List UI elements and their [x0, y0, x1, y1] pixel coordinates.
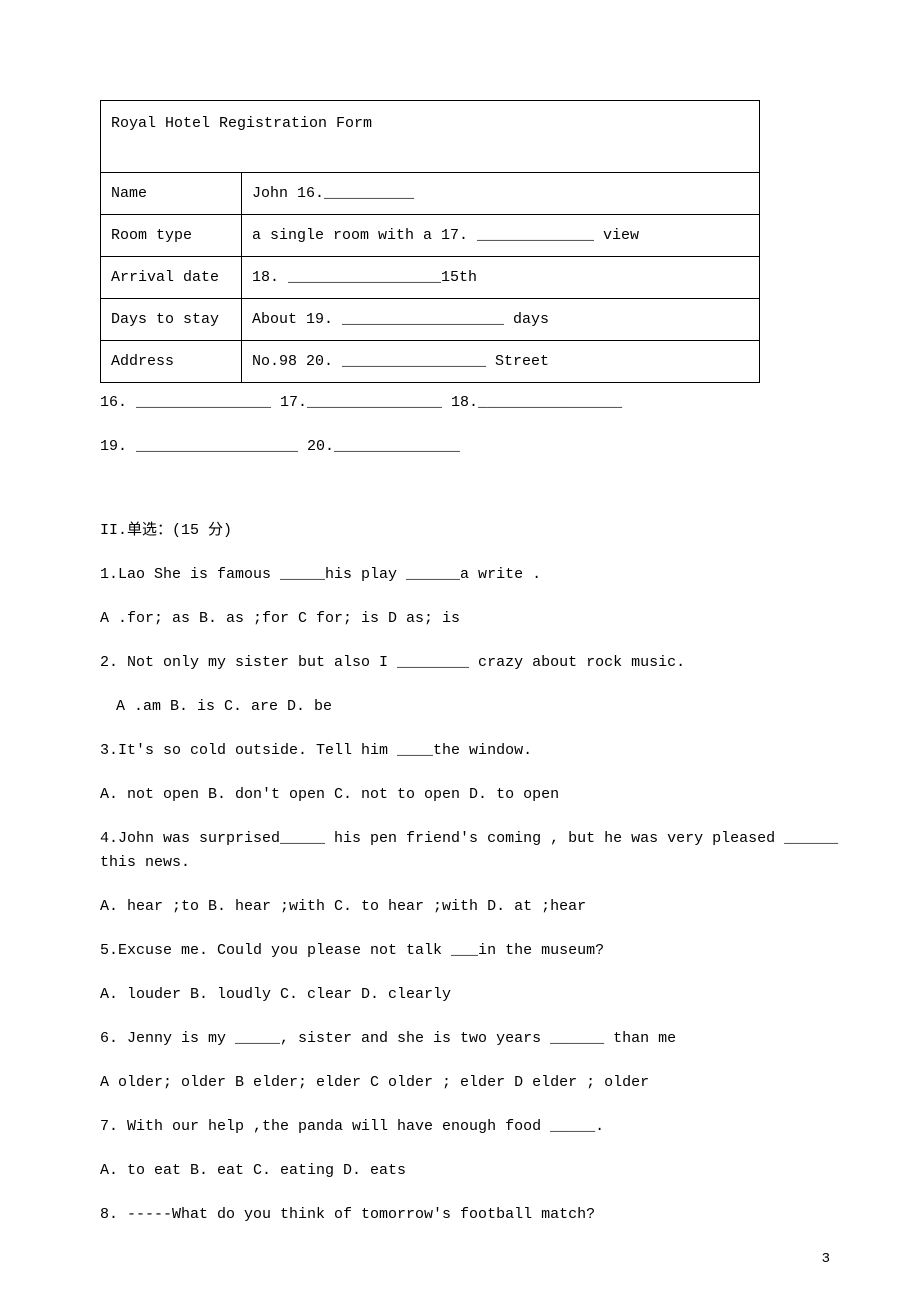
question-4-options: A. hear ;to B. hear ;with C. to hear ;wi… — [100, 895, 840, 919]
section-2-title: II.单选：(15 分) — [100, 519, 840, 543]
form-title-cell: Royal Hotel Registration Form — [101, 101, 760, 173]
question-6-options: A older; older B elder; elder C older ; … — [100, 1071, 840, 1095]
row-label-days: Days to stay — [101, 299, 242, 341]
section-spacer — [100, 479, 840, 519]
question-1: 1.Lao She is famous _____his play ______… — [100, 563, 840, 587]
row-value-roomtype: a single room with a 17. _____________ v… — [242, 215, 760, 257]
row-label-name: Name — [101, 173, 242, 215]
table-row: Arrival date 18. _________________15th — [101, 257, 760, 299]
question-2-options: A .am B. is C. are D. be — [100, 695, 840, 719]
question-6: 6. Jenny is my _____, sister and she is … — [100, 1027, 840, 1051]
row-value-address: No.98 20. ________________ Street — [242, 341, 760, 383]
row-label-roomtype: Room type — [101, 215, 242, 257]
question-1-options: A .for; as B. as ;for C for; is D as; is — [100, 607, 840, 631]
table-header-row: Royal Hotel Registration Form — [101, 101, 760, 173]
row-value-name: John 16.__________ — [242, 173, 760, 215]
row-label-arrival: Arrival date — [101, 257, 242, 299]
table-row: Room type a single room with a 17. _____… — [101, 215, 760, 257]
row-label-address: Address — [101, 341, 242, 383]
row-value-days: About 19. __________________ days — [242, 299, 760, 341]
question-5-options: A. louder B. loudly C. clear D. clearly — [100, 983, 840, 1007]
question-7: 7. With our help ,the panda will have en… — [100, 1115, 840, 1139]
row-value-arrival: 18. _________________15th — [242, 257, 760, 299]
answers-line-2: 19. __________________ 20.______________ — [100, 435, 840, 459]
table-row: Days to stay About 19. _________________… — [101, 299, 760, 341]
question-5: 5.Excuse me. Could you please not talk _… — [100, 939, 840, 963]
question-3-options: A. not open B. don't open C. not to open… — [100, 783, 840, 807]
table-row: Address No.98 20. ________________ Stree… — [101, 341, 760, 383]
page-number: 3 — [822, 1251, 830, 1267]
question-4: 4.John was surprised_____ his pen friend… — [100, 827, 840, 875]
question-7-options: A. to eat B. eat C. eating D. eats — [100, 1159, 840, 1183]
question-8: 8. -----What do you think of tomorrow's … — [100, 1203, 840, 1227]
question-3: 3.It's so cold outside. Tell him ____the… — [100, 739, 840, 763]
table-row: Name John 16.__________ — [101, 173, 760, 215]
worksheet-page: Royal Hotel Registration Form Name John … — [0, 0, 920, 1307]
registration-form-table: Royal Hotel Registration Form Name John … — [100, 100, 760, 383]
question-2: 2. Not only my sister but also I _______… — [100, 651, 840, 675]
answers-line-1: 16. _______________ 17._______________ 1… — [100, 391, 840, 415]
